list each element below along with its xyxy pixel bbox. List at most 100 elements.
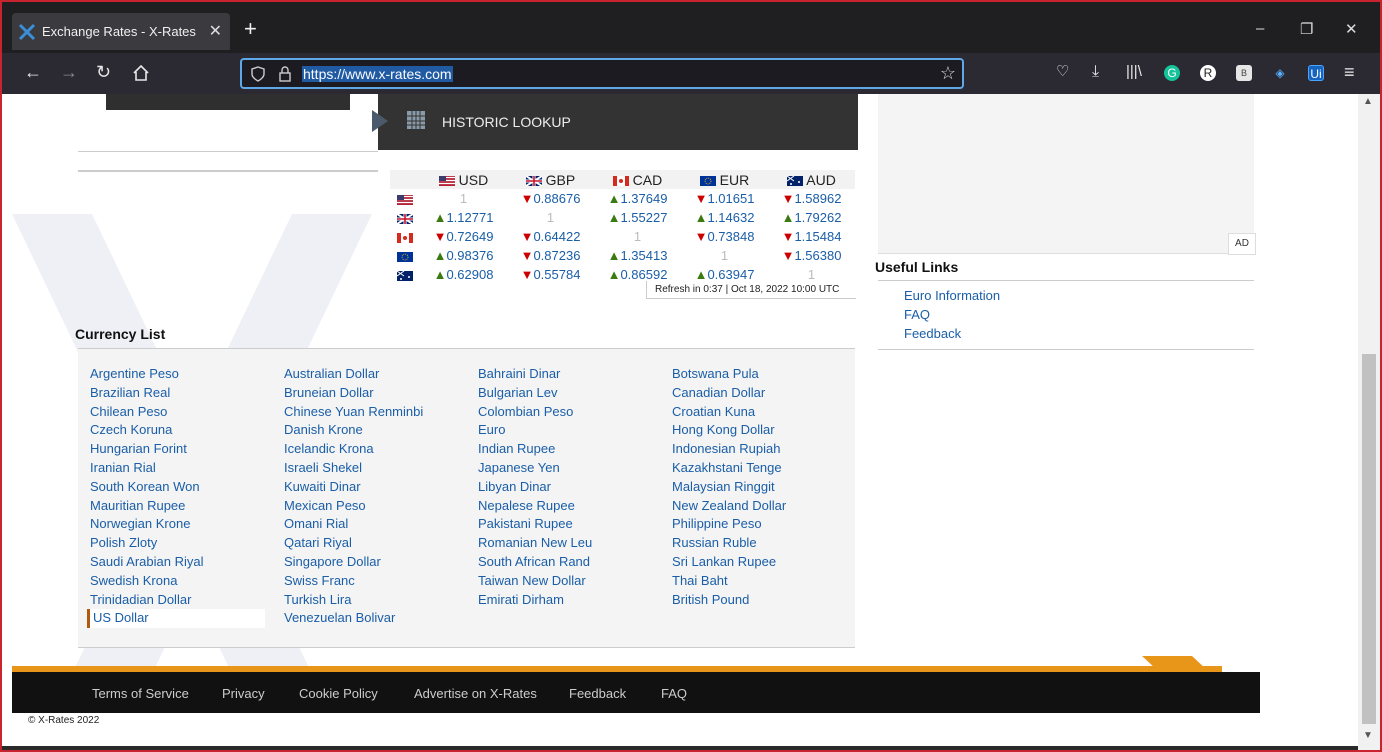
url-bar[interactable]: https://www.x-rates.com ☆ bbox=[240, 58, 964, 89]
extension-r-icon[interactable]: R bbox=[1200, 65, 1216, 81]
currency-link[interactable]: Japanese Yen bbox=[478, 459, 668, 478]
home-icon[interactable] bbox=[132, 64, 150, 82]
currency-link[interactable]: Emirati Dirham bbox=[478, 591, 668, 610]
currency-link[interactable]: Malaysian Ringgit bbox=[672, 478, 862, 497]
scroll-thumb[interactable] bbox=[1362, 354, 1376, 724]
bookmark-star-icon[interactable]: ☆ bbox=[940, 63, 956, 84]
currency-link[interactable]: Brazilian Real bbox=[90, 384, 280, 403]
currency-link[interactable]: Taiwan New Dollar bbox=[478, 572, 668, 591]
header-gbp[interactable]: GBP bbox=[507, 170, 594, 189]
historic-lookup-button[interactable]: HISTORIC LOOKUP bbox=[372, 94, 858, 150]
rate-cell[interactable]: 1.56380 bbox=[768, 246, 855, 265]
footer-link-faq[interactable]: FAQ bbox=[661, 686, 687, 701]
url-text[interactable]: https://www.x-rates.com bbox=[302, 66, 453, 82]
currency-link[interactable]: Chinese Yuan Renminbi bbox=[284, 403, 474, 422]
currency-link[interactable]: Qatari Riyal bbox=[284, 534, 474, 553]
new-tab-icon[interactable]: + bbox=[244, 18, 257, 40]
currency-link[interactable]: Kuwaiti Dinar bbox=[284, 478, 474, 497]
reload-icon[interactable]: ↻ bbox=[96, 62, 111, 82]
rate-cell[interactable]: 1.55227 bbox=[594, 208, 681, 227]
rate-cell[interactable]: 1.79262 bbox=[768, 208, 855, 227]
footer-link-feedback[interactable]: Feedback bbox=[569, 686, 626, 701]
currency-link[interactable]: Danish Krone bbox=[284, 421, 474, 440]
rate-cell[interactable]: 1.37649 bbox=[594, 189, 681, 208]
currency-link[interactable]: Czech Koruna bbox=[90, 421, 280, 440]
header-eur[interactable]: EUR bbox=[681, 170, 768, 189]
tab-close-icon[interactable]: ✕ bbox=[209, 21, 222, 41]
rate-cell[interactable]: 1.14632 bbox=[681, 208, 768, 227]
footer-link-cookie-policy[interactable]: Cookie Policy bbox=[299, 686, 378, 701]
rate-cell[interactable]: 1.15484 bbox=[768, 227, 855, 246]
currency-link[interactable]: Philippine Peso bbox=[672, 515, 862, 534]
currency-link[interactable]: Icelandic Krona bbox=[284, 440, 474, 459]
rate-cell[interactable]: 0.62908 bbox=[420, 265, 507, 284]
grammarly-icon[interactable]: G bbox=[1164, 65, 1180, 81]
currency-link[interactable]: Euro bbox=[478, 421, 668, 440]
currency-link[interactable]: Singapore Dollar bbox=[284, 553, 474, 572]
currency-link[interactable]: Colombian Peso bbox=[478, 403, 668, 422]
currency-link[interactable]: Swedish Krona bbox=[90, 572, 280, 591]
currency-link[interactable]: Norwegian Krone bbox=[90, 515, 280, 534]
extension-dice-icon[interactable]: ◈ bbox=[1272, 65, 1288, 81]
rate-cell[interactable]: 0.73848 bbox=[681, 227, 768, 246]
back-icon[interactable]: ← bbox=[24, 62, 42, 82]
forward-icon[interactable]: → bbox=[60, 62, 78, 82]
rate-cell[interactable]: 0.64422 bbox=[507, 227, 594, 246]
header-usd[interactable]: USD bbox=[420, 170, 507, 189]
currency-link[interactable]: South Korean Won bbox=[90, 478, 280, 497]
rate-cell[interactable]: 1.35413 bbox=[594, 246, 681, 265]
scrollbar[interactable]: ▲ ▼ bbox=[1358, 94, 1380, 750]
link-feedback[interactable]: Feedback bbox=[904, 326, 961, 341]
link-euro-information[interactable]: Euro Information bbox=[904, 288, 1000, 303]
currency-link[interactable]: Botswana Pula bbox=[672, 365, 862, 384]
rate-cell[interactable]: 0.55784 bbox=[507, 265, 594, 284]
header-aud[interactable]: AUD bbox=[768, 170, 855, 189]
currency-link[interactable]: Argentine Peso bbox=[90, 365, 280, 384]
rate-cell[interactable]: 0.87236 bbox=[507, 246, 594, 265]
footer-link-terms[interactable]: Terms of Service bbox=[92, 686, 189, 701]
currency-link[interactable]: Croatian Kuna bbox=[672, 403, 862, 422]
menu-icon[interactable]: ≡ bbox=[1344, 62, 1355, 82]
link-faq[interactable]: FAQ bbox=[904, 307, 930, 322]
tab-exchange-rates[interactable]: Exchange Rates - X-Rates ✕ bbox=[12, 13, 230, 50]
currency-link[interactable]: Kazakhstani Tenge bbox=[672, 459, 862, 478]
rate-cell[interactable]: 0.88676 bbox=[507, 189, 594, 208]
rate-cell[interactable]: 0.72649 bbox=[420, 227, 507, 246]
close-window-icon[interactable]: ✕ bbox=[1345, 20, 1358, 38]
scroll-up-icon[interactable]: ▲ bbox=[1363, 96, 1373, 107]
scroll-down-icon[interactable]: ▼ bbox=[1363, 730, 1373, 741]
currency-link[interactable]: Romanian New Leu bbox=[478, 534, 668, 553]
currency-link[interactable]: US Dollar bbox=[87, 609, 265, 629]
currency-link[interactable]: Hungarian Forint bbox=[90, 440, 280, 459]
currency-link[interactable]: Indian Rupee bbox=[478, 440, 668, 459]
currency-link[interactable]: Bulgarian Lev bbox=[478, 384, 668, 403]
currency-link[interactable]: Russian Ruble bbox=[672, 534, 862, 553]
currency-link[interactable]: South African Rand bbox=[478, 553, 668, 572]
currency-link[interactable]: Swiss Franc bbox=[284, 572, 474, 591]
rate-cell[interactable]: 1.12771 bbox=[420, 208, 507, 227]
extension-ui-icon[interactable]: Ui bbox=[1308, 65, 1324, 81]
currency-link[interactable]: Libyan Dinar bbox=[478, 478, 668, 497]
currency-link[interactable]: Thai Baht bbox=[672, 572, 862, 591]
currency-link[interactable]: Turkish Lira bbox=[284, 591, 474, 610]
currency-link[interactable]: Bruneian Dollar bbox=[284, 384, 474, 403]
currency-link[interactable]: Nepalese Rupee bbox=[478, 497, 668, 516]
header-cad[interactable]: CAD bbox=[594, 170, 681, 189]
currency-link[interactable]: Canadian Dollar bbox=[672, 384, 862, 403]
currency-link[interactable]: Saudi Arabian Riyal bbox=[90, 553, 280, 572]
restore-icon[interactable]: ❐ bbox=[1300, 20, 1313, 38]
lock-icon[interactable] bbox=[278, 66, 292, 82]
currency-link[interactable]: Trinidadian Dollar bbox=[90, 591, 280, 610]
rate-cell[interactable]: 1.58962 bbox=[768, 189, 855, 208]
currency-link[interactable]: Pakistani Rupee bbox=[478, 515, 668, 534]
currency-link[interactable]: Israeli Shekel bbox=[284, 459, 474, 478]
currency-link[interactable]: British Pound bbox=[672, 591, 862, 610]
rate-cell[interactable]: 1.01651 bbox=[681, 189, 768, 208]
footer-link-advertise[interactable]: Advertise on X-Rates bbox=[414, 686, 537, 701]
minimize-icon[interactable]: – bbox=[1256, 20, 1264, 37]
ad-box[interactable] bbox=[878, 94, 1254, 254]
currency-link[interactable]: Sri Lankan Rupee bbox=[672, 553, 862, 572]
rate-cell[interactable]: 0.98376 bbox=[420, 246, 507, 265]
library-icon[interactable]: |||\ bbox=[1126, 62, 1142, 82]
currency-link[interactable]: Polish Zloty bbox=[90, 534, 280, 553]
